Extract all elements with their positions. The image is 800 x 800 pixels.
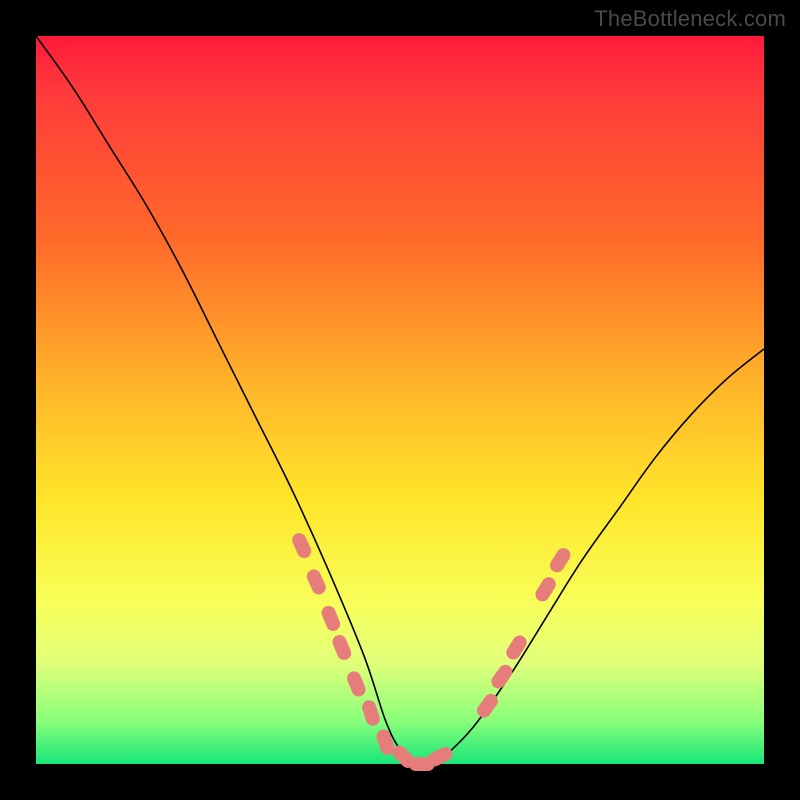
curve-marker: [319, 604, 342, 633]
curve-marker: [290, 531, 313, 560]
marker-group: [290, 531, 573, 771]
canvas-frame: TheBottleneck.com: [0, 0, 800, 800]
curve-marker: [547, 545, 573, 574]
curve-marker: [489, 662, 515, 691]
curve-marker: [305, 567, 328, 596]
curve-marker: [504, 633, 530, 662]
curve-svg: [36, 36, 764, 764]
plot-area: [36, 36, 764, 764]
curve-marker: [533, 575, 559, 604]
bottleneck-curve: [36, 36, 764, 766]
curve-marker: [345, 669, 368, 698]
curve-marker: [330, 633, 353, 662]
watermark-text: TheBottleneck.com: [594, 6, 786, 32]
curve-marker: [360, 698, 381, 727]
